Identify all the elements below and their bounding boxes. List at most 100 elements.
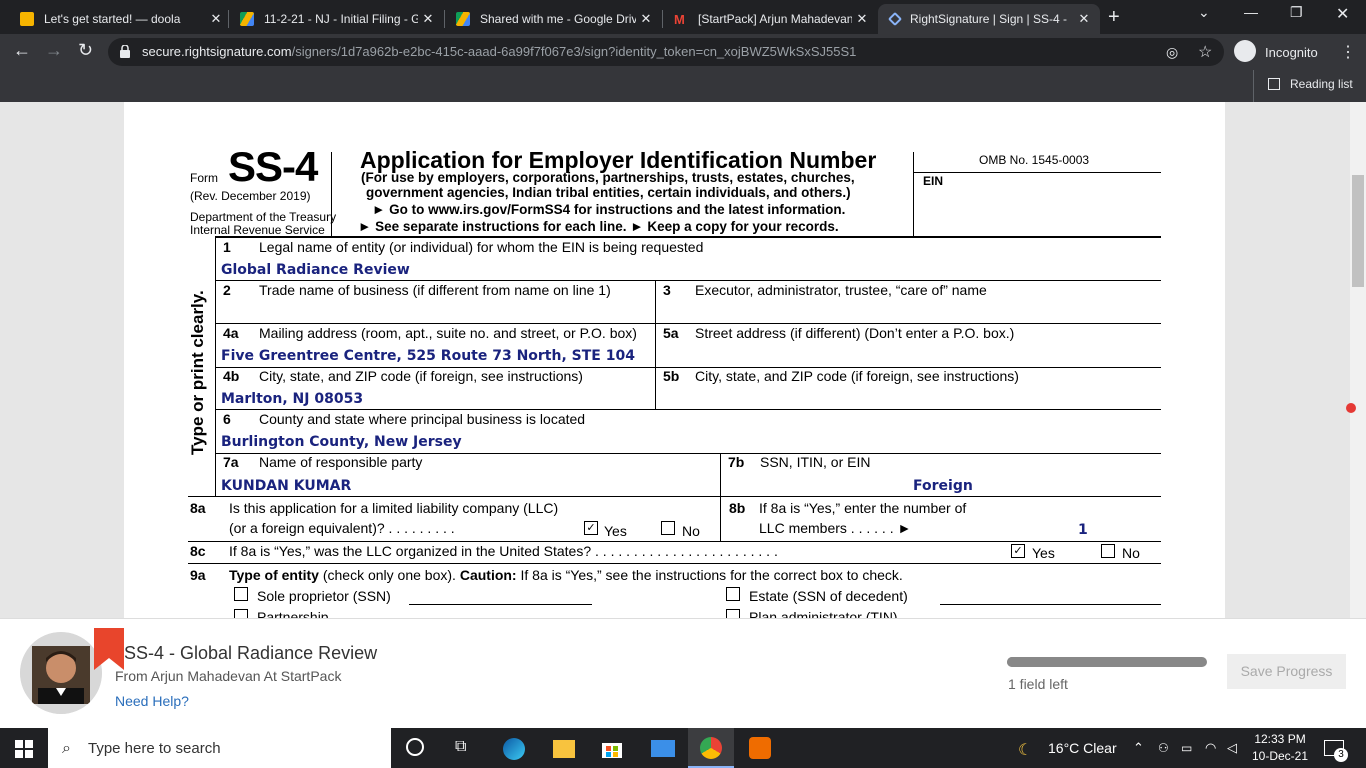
- tab-doola[interactable]: Let's get started! — doola ✕: [8, 4, 232, 34]
- star-icon[interactable]: ☆: [1198, 42, 1212, 62]
- gmail-icon: M: [674, 12, 685, 27]
- xampp-icon[interactable]: [749, 737, 771, 759]
- volume-icon[interactable]: ◁: [1227, 740, 1237, 756]
- llc-yes-checkbox[interactable]: ✓: [584, 521, 598, 535]
- line-number: 4b: [223, 368, 240, 384]
- avatar: [20, 632, 102, 714]
- llc-members-field[interactable]: 1: [1078, 522, 1088, 538]
- sole-proprietor-ssn-line[interactable]: [409, 604, 592, 605]
- scrollbar-thumb[interactable]: [1352, 175, 1364, 287]
- tab-rightsignature[interactable]: RightSignature | Sign | SS-4 - ✕: [878, 4, 1100, 34]
- eye-off-icon[interactable]: ◎: [1166, 44, 1178, 61]
- tab-google-drive[interactable]: Shared with me - Google Drive ✕: [444, 4, 662, 34]
- us-llc-yes-checkbox[interactable]: ✓: [1011, 544, 1025, 558]
- line-number: 7b: [728, 454, 745, 470]
- divider: [1253, 70, 1254, 102]
- new-tab-button[interactable]: +: [1108, 6, 1120, 29]
- close-icon[interactable]: ✕: [636, 11, 656, 27]
- reading-list-icon[interactable]: [1268, 78, 1280, 90]
- taskbar-clock[interactable]: 12:33 PM 10-Dec-21: [1252, 731, 1308, 765]
- us-llc-no-label: No: [1122, 545, 1140, 561]
- search-icon: ⌕: [62, 740, 71, 757]
- back-icon[interactable]: ←: [13, 40, 31, 61]
- close-icon[interactable]: ✕: [418, 11, 438, 27]
- progress-bar: [1007, 657, 1207, 667]
- line-number: 4a: [223, 325, 239, 341]
- browser-tab-strip: Let's get started! — doola ✕ 11-2-21 - N…: [0, 0, 1366, 34]
- city-state-zip-field[interactable]: Marlton, NJ 08053: [221, 391, 363, 407]
- mailing-address-field[interactable]: Five Greentree Centre, 525 Route 73 Nort…: [221, 348, 635, 364]
- line-number: 1: [223, 239, 231, 255]
- county-state-field[interactable]: Burlington County, New Jersey: [221, 434, 462, 450]
- department: Department of the Treasury: [190, 210, 337, 224]
- tab-nj-filing[interactable]: 11-2-21 - NJ - Initial Filing - G ✕: [228, 4, 444, 34]
- battery-icon[interactable]: ▭: [1181, 741, 1192, 755]
- url-text[interactable]: secure.rightsignature.com/signers/1d7a96…: [142, 44, 856, 59]
- mail-icon[interactable]: [651, 740, 675, 757]
- line-2-label: Trade name of business (if different fro…: [259, 282, 611, 298]
- form-goto: ► Go to www.irs.gov/FormSS4 for instruct…: [372, 202, 846, 217]
- need-help-link[interactable]: Need Help?: [115, 693, 189, 709]
- menu-icon[interactable]: ⋮: [1340, 42, 1356, 62]
- rule: [215, 236, 1161, 238]
- form-subtitle-2: government agencies, Indian tribal entit…: [366, 185, 851, 200]
- legal-name-field[interactable]: Global Radiance Review: [221, 262, 410, 278]
- close-icon[interactable]: ✕: [1074, 11, 1094, 27]
- sole-proprietor-label: Sole proprietor (SSN): [257, 588, 391, 604]
- file-explorer-icon[interactable]: [553, 740, 575, 758]
- ssn-itin-ein-field[interactable]: Foreign: [913, 478, 973, 494]
- edge-icon[interactable]: [503, 738, 525, 760]
- tab-gmail[interactable]: M [StartPack] Arjun Mahadevan ✕: [662, 4, 878, 34]
- line-number: 2: [223, 282, 231, 298]
- responsible-party-field[interactable]: KUNDAN KUMAR: [221, 478, 351, 494]
- line-7b-label: SSN, ITIN, or EIN: [760, 454, 871, 470]
- ein-label: EIN: [923, 174, 944, 188]
- line-number: 9a: [190, 567, 206, 583]
- weather-label[interactable]: 16°C Clear: [1048, 740, 1117, 756]
- chrome-icon: [700, 737, 722, 759]
- close-icon[interactable]: ✕: [206, 11, 226, 27]
- task-view-icon[interactable]: ⧉: [455, 738, 475, 758]
- cortana-icon[interactable]: [406, 738, 424, 756]
- document-title: SS-4 - Global Radiance Review: [124, 643, 378, 663]
- line-number: 6: [223, 411, 231, 427]
- us-llc-no-checkbox[interactable]: [1101, 544, 1115, 558]
- rule: [720, 453, 721, 541]
- field-indicator-dot[interactable]: [1346, 403, 1356, 413]
- wifi-icon[interactable]: ◠: [1205, 740, 1216, 756]
- llc-no-checkbox[interactable]: [661, 521, 675, 535]
- sole-proprietor-checkbox[interactable]: [234, 587, 248, 601]
- estate-ssn-line[interactable]: [940, 604, 1161, 605]
- line-1-label: Legal name of entity (or individual) for…: [259, 239, 704, 255]
- line-4b-label: City, state, and ZIP code (if foreign, s…: [259, 368, 583, 384]
- progress-fill: [1007, 657, 1205, 667]
- llc-yes-label: Yes: [604, 523, 627, 539]
- windows-start-icon[interactable]: [15, 740, 33, 763]
- weather-moon-icon[interactable]: ☾: [1018, 740, 1032, 760]
- estate-checkbox[interactable]: [726, 587, 740, 601]
- tab-search-icon[interactable]: ⌄: [1198, 4, 1210, 21]
- reload-icon[interactable]: ↻: [78, 40, 93, 61]
- line-number: 7a: [223, 454, 239, 470]
- chevron-up-icon[interactable]: ⌃: [1133, 740, 1144, 756]
- close-window-button[interactable]: ✕: [1336, 4, 1349, 24]
- incognito-icon[interactable]: [1234, 40, 1256, 62]
- rule: [215, 280, 1161, 281]
- us-llc-yes-label: Yes: [1032, 545, 1055, 561]
- save-progress-button[interactable]: Save Progress: [1227, 654, 1346, 689]
- forward-icon[interactable]: →: [45, 40, 63, 61]
- reading-list-button[interactable]: Reading list: [1290, 77, 1353, 91]
- doola-icon: [20, 12, 34, 26]
- incognito-label[interactable]: Incognito: [1265, 45, 1318, 60]
- restore-button[interactable]: ❐: [1290, 4, 1303, 21]
- bookmarks-bar: [0, 70, 1366, 102]
- meet-now-icon[interactable]: ⚇: [1158, 741, 1169, 755]
- minimize-button[interactable]: —: [1244, 4, 1258, 20]
- close-icon[interactable]: ✕: [852, 11, 872, 27]
- line-number: 8c: [190, 543, 206, 559]
- bookmark-flag-icon: [94, 628, 124, 670]
- line-5b-label: City, state, and ZIP code (if foreign, s…: [695, 368, 1019, 384]
- lock-icon[interactable]: [120, 44, 130, 58]
- header-divider: [913, 152, 914, 236]
- store-icon[interactable]: [601, 737, 622, 758]
